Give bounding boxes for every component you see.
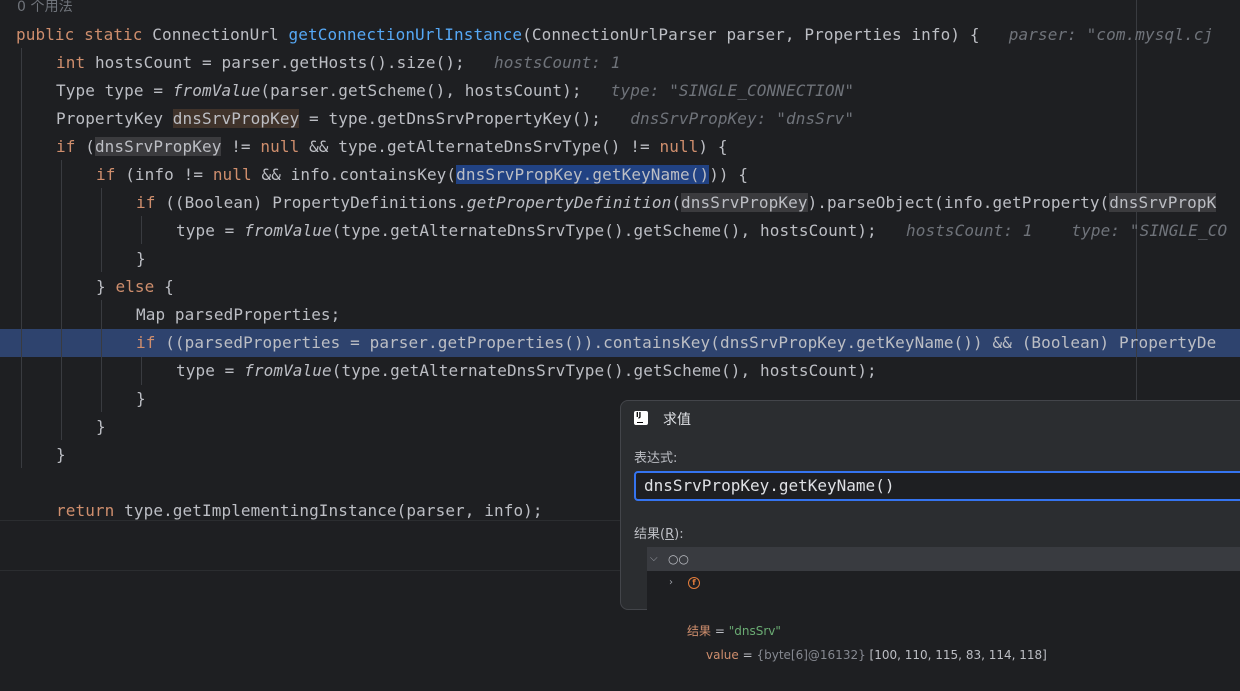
code-line[interactable]: int hostsCount = parser.getHosts().size(… (56, 49, 621, 77)
inline-value-hint: dnsSrvPropKey: "dnsSrv" (620, 109, 855, 128)
inline-value-hint: hostsCount: 1 type: "SINGLE_CO (896, 221, 1228, 240)
code-token: fromValue (244, 361, 332, 380)
code-line[interactable]: } (136, 245, 146, 273)
code-token: public static (16, 25, 153, 44)
indent-guide (101, 300, 102, 412)
code-token: ((parsedProperties = parser.getPropertie… (165, 333, 1217, 352)
code-line[interactable]: if ((parsedProperties = parser.getProper… (136, 329, 1216, 357)
code-token: } (96, 277, 116, 296)
code-token: hostsCount = parser.getHosts().size(); (94, 53, 485, 72)
code-token: = type.getDnsSrvPropertyKey(); (299, 109, 621, 128)
code-token: != (221, 137, 261, 156)
code-token: ConnectionUrl (152, 25, 289, 44)
code-token: getPropertyDefinition (466, 193, 672, 212)
code-token: (info != (125, 165, 213, 184)
evaluate-expression-dialog[interactable]: IJ 求值 表达式: dnsSrvPropKey.getKeyName() 结果… (620, 400, 1240, 662)
inline-value-hint: type: "SINGLE_CONNECTION" (601, 81, 855, 100)
dialog-title: 求值 (663, 412, 691, 428)
code-token: && info.containsKey( (261, 165, 457, 184)
inline-value-hint: hostsCount: 1 (484, 53, 621, 72)
code-token: dnsSrvPropKey (172, 109, 300, 128)
code-token: ) { (698, 137, 728, 156)
code-line[interactable]: Map parsedProperties; (136, 301, 340, 329)
code-line[interactable]: type = fromValue(type.getAlternateDnsSrv… (176, 217, 1227, 245)
code-token: ( (671, 193, 682, 212)
inline-value-hint: parser: "com.mysql.cj (999, 25, 1214, 44)
code-token: null (260, 137, 310, 156)
code-line[interactable]: if (dnsSrvPropKey != null && type.getAlt… (56, 133, 728, 161)
code-token: type = (176, 361, 245, 380)
code-token: Map parsedProperties; (136, 305, 341, 324)
result-row[interactable]: ⌵ ○○ 结果 = "dnsSrv" (647, 547, 1240, 638)
code-line[interactable]: type = fromValue(type.getAlternateDnsSrv… (176, 357, 877, 385)
field-icon: f (688, 577, 700, 589)
code-token: { (164, 277, 174, 296)
code-token: && type.getAlternateDnsSrvType() != (309, 137, 660, 156)
code-line[interactable]: if (info != null && info.containsKey(dns… (96, 161, 748, 189)
code-token: if (136, 193, 166, 212)
collapsed-chevron-icon[interactable]: › (669, 571, 673, 595)
code-token: type = (176, 221, 245, 240)
code-line[interactable]: Type type = fromValue(parser.getScheme()… (56, 77, 854, 105)
code-token: if (136, 333, 166, 352)
code-token: ).parseObject(info.getProperty( (807, 193, 1110, 212)
code-token: null (659, 137, 699, 156)
code-token: (type.getAlternateDnsSrvType().getScheme… (331, 361, 877, 380)
code-token: null (212, 165, 262, 184)
code-line[interactable]: } (96, 413, 106, 441)
expression-input[interactable]: dnsSrvPropKey.getKeyName() (634, 471, 1240, 501)
value-row[interactable]: › f value = {byte[6]@16132} [100, 110, 1… (647, 571, 1240, 662)
indent-guide (61, 160, 62, 440)
code-token: Type type = (56, 81, 173, 100)
code-token: fromValue (244, 221, 332, 240)
code-line[interactable]: } (56, 441, 66, 469)
usages-hint[interactable]: 0 个用法 (17, 0, 73, 21)
result-label: 结果(R): (634, 527, 684, 542)
code-line[interactable]: } else { (96, 273, 174, 301)
code-token: fromValue (172, 81, 261, 100)
intellij-app-icon: IJ (634, 411, 648, 425)
code-token: dnsSrvPropK (1109, 193, 1217, 212)
code-token: type.getImplementingInstance(parser, inf… (124, 501, 543, 520)
code-token: (ConnectionUrlParser parser, Properties … (522, 25, 1000, 44)
watch-glasses-icon: ○○ (668, 552, 689, 566)
indent-guide (101, 188, 102, 272)
code-line[interactable]: if ((Boolean) PropertyDefinitions.getPro… (136, 189, 1217, 217)
expression-label: 表达式: (634, 451, 678, 466)
code-token: PropertyKey (56, 109, 173, 128)
indent-guide (141, 216, 142, 244)
code-line[interactable]: public static ConnectionUrl getConnectio… (16, 21, 1213, 49)
code-token: if (56, 137, 86, 156)
code-line[interactable]: return type.getImplementingInstance(pars… (56, 497, 543, 520)
code-token: (type.getAlternateDnsSrvType().getScheme… (331, 221, 897, 240)
expand-chevron-icon[interactable]: ⌵ (650, 547, 658, 571)
code-token: dnsSrvPropKey.getKeyName() (456, 165, 710, 184)
code-token: (parser.getScheme(), hostsCount); (260, 81, 602, 100)
code-token: int (56, 53, 95, 72)
code-token: return (56, 501, 125, 520)
code-token: ((Boolean) PropertyDefinitions. (165, 193, 467, 212)
code-line[interactable]: PropertyKey dnsSrvPropKey = type.getDnsS… (56, 105, 854, 133)
code-token: getConnectionUrlInstance (288, 25, 523, 44)
indent-guide (141, 357, 142, 385)
code-token: } (56, 445, 66, 464)
code-token: dnsSrvPropKey (681, 193, 808, 212)
code-token: else (115, 277, 165, 296)
code-token: } (136, 249, 146, 268)
code-token: dnsSrvPropKey (94, 137, 222, 156)
indent-guide (21, 48, 22, 468)
code-token: } (96, 417, 106, 436)
code-token: )) { (709, 165, 749, 184)
result-tree[interactable]: ⌵ ○○ 结果 = "dnsSrv" › f value = {byte[6]@… (647, 547, 1240, 662)
code-token: } (136, 389, 146, 408)
code-line[interactable]: } (136, 385, 146, 413)
code-token: ( (85, 137, 95, 156)
code-token: if (96, 165, 126, 184)
